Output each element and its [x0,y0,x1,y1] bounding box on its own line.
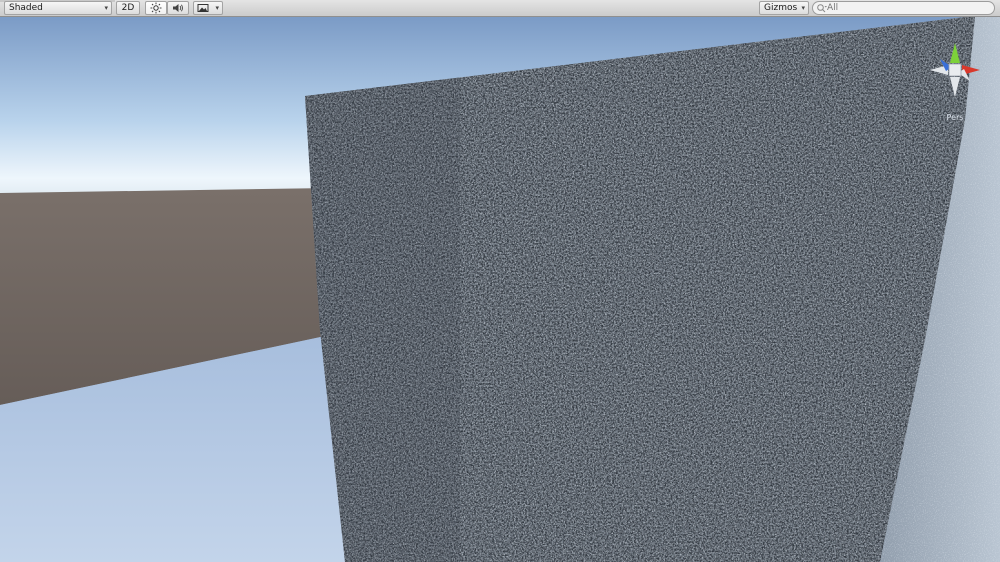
textured-wall [305,17,1000,562]
speaker-icon [173,4,183,12]
scene-view-window: Pers Shaded ▾ 2D ▾ Gizmos ▾ All [0,0,1000,562]
shading-mode-dropdown[interactable]: Shaded ▾ [4,1,112,15]
caret-down-icon: ▾ [801,4,805,12]
scene-toolbar: Shaded ▾ 2D ▾ Gizmos ▾ All [0,0,1000,17]
camera-projection-label[interactable]: Pers [930,113,980,122]
lighting-toggle-button[interactable] [145,1,167,15]
caret-down-icon: ▾ [104,4,108,12]
scene-gizmo-icon[interactable] [922,37,988,103]
audio-toggle-button[interactable] [167,1,189,15]
gizmos-label: Gizmos [764,3,798,13]
effects-dropdown[interactable]: ▾ [193,1,223,15]
toggle-2d-label: 2D [121,3,135,13]
scene-viewport[interactable]: Pers [0,17,1000,562]
search-icon [817,4,827,13]
toggle-2d-button[interactable]: 2D [116,1,140,15]
search-input[interactable] [812,1,995,15]
sun-icon [150,2,162,14]
caret-down-icon: ▾ [215,4,219,12]
shading-mode-label: Shaded [9,3,43,13]
image-icon [197,4,209,12]
scene-render [0,17,1000,562]
gizmos-dropdown[interactable]: Gizmos ▾ [759,1,809,15]
